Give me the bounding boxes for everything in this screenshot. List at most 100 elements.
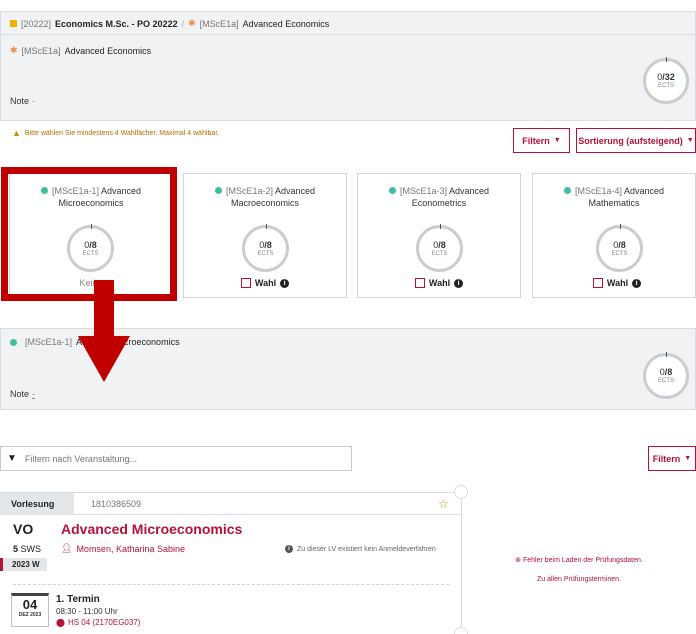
panel-notch <box>454 627 468 634</box>
module-star-icon: ✱ <box>188 18 196 28</box>
person-icon: 👤︎ <box>61 543 73 553</box>
filter-label: Filtern <box>652 453 681 464</box>
breadcrumb-code: [20222] <box>21 18 52 29</box>
module-note: Note - <box>10 96 35 106</box>
module-star-icon: ✱ <box>10 45 18 55</box>
course-filter-input[interactable]: ▼ Filtern nach Veranstaltung... <box>0 446 352 471</box>
annotation-arrow-head <box>78 336 130 382</box>
wahl-checkbox[interactable]: Wahl i <box>539 278 695 288</box>
card-title: [MScE1a-2] Advanced Macroeconomics <box>190 185 340 209</box>
module-panel: [20222] Economics M.Sc. - PO 20222 / ✱ [… <box>0 11 696 121</box>
ects-value: 0/8 <box>659 367 673 377</box>
course-type-tab: Vorlesung <box>0 493 74 515</box>
ects-unit: ECTS <box>657 83 674 89</box>
termin-title: 1. Termin <box>56 594 100 605</box>
module-code: [MScE1a] <box>21 45 61 56</box>
checkbox-icon[interactable] <box>240 278 251 288</box>
status-dot-icon <box>214 187 222 194</box>
annotation-arrow-shaft <box>94 280 114 337</box>
module-name: Advanced Economics <box>64 45 152 56</box>
error-circle-icon: ⊗ <box>515 557 522 564</box>
card-title: [MScE1a-4] Advanced Mathematics <box>539 185 689 209</box>
panel-notch <box>454 485 468 499</box>
warning-text: Bitte wählen Sie mindestens 4 Wahlfächer… <box>24 129 220 137</box>
submodule-code: [MScE1a-1] <box>25 337 73 347</box>
semester-badge: 2023 W <box>0 558 47 571</box>
date-badge: 04 DEZ 2023 <box>11 593 49 627</box>
ects-value: 0/8 <box>259 239 272 250</box>
folder-square-icon <box>10 20 17 27</box>
breadcrumb-program[interactable]: Economics M.Sc. - PO 20222 <box>55 19 178 29</box>
ects-value: 0/32 <box>657 72 675 82</box>
highlight-frame <box>1 167 177 301</box>
caret-down-icon: ▼ <box>686 137 694 144</box>
exam-error: ⊗ Fehler beim Laden der Prüfungsdaten. <box>515 557 643 564</box>
info-icon[interactable]: i <box>632 278 642 288</box>
date-day: 04 <box>22 597 38 612</box>
wahl-label: Wahl <box>254 278 277 288</box>
note-value: - <box>32 96 36 106</box>
sort-label: Sortierung (aufsteigend) <box>578 135 683 146</box>
breadcrumb: [20222] Economics M.Sc. - PO 20222 / ✱ [… <box>10 18 329 29</box>
selection-warning: ▲ Bitte wählen Sie mindestens 4 Wahlfäch… <box>12 128 219 138</box>
status-dot-icon <box>10 338 17 346</box>
info-icon[interactable]: i <box>280 278 290 288</box>
status-dot-icon <box>388 187 396 194</box>
progress-tick <box>666 57 667 62</box>
course-type: VO <box>13 521 34 537</box>
info-icon: i <box>285 545 293 553</box>
course-panel: Vorlesung 1810386509 ☆ VO Advanced Micro… <box>0 492 462 634</box>
ects-unit: ECTS <box>257 250 274 257</box>
ects-unit: ECTS <box>611 250 628 257</box>
wahl-checkbox[interactable]: Wahl i <box>358 278 520 288</box>
ects-unit: ECTS <box>657 378 674 384</box>
checkbox-icon[interactable] <box>592 278 603 288</box>
elective-card-4[interactable]: [MScE1a-4] Advanced Mathematics 0/8 ECTS… <box>532 173 696 298</box>
elective-card-2[interactable]: [MScE1a-2] Advanced Macroeconomics 0/8 E… <box>183 173 347 298</box>
ects-value: 0/8 <box>613 239 626 250</box>
ects-progress-ring: 0/8 ECTS <box>596 224 643 272</box>
progress-tick <box>439 224 441 229</box>
module-title: ✱ [MScE1a] Advanced Economics <box>10 45 151 56</box>
termin-room[interactable]: ⬤ HS 04 (2170EG037) <box>56 618 140 627</box>
course-sws: 5 SWS <box>13 544 42 554</box>
note-label: Note <box>10 96 30 106</box>
course-title[interactable]: Advanced Microeconomics <box>61 521 242 537</box>
breadcrumb-module-name: Advanced Economics <box>242 18 330 29</box>
info-icon[interactable]: i <box>454 278 464 288</box>
map-pin-icon: ⬤ <box>56 618 65 627</box>
ects-progress-ring: 0/32 ECTS <box>643 57 689 104</box>
submodule-note: Note - <box>10 389 35 399</box>
ects-value: 0/8 <box>433 239 446 250</box>
card-title: [MScE1a-3] Advanced Econometrics <box>364 185 514 209</box>
elective-card-3[interactable]: [MScE1a-3] Advanced Econometrics 0/8 ECT… <box>357 173 521 298</box>
course-number: 1810386509 <box>91 499 142 509</box>
wahl-checkbox[interactable]: Wahl i <box>184 278 346 288</box>
warning-icon: ▲ <box>12 128 21 138</box>
sort-button[interactable]: Sortierung (aufsteigend) ▼ <box>576 128 696 153</box>
breadcrumb-module-code: [MScE1a] <box>199 18 239 29</box>
filter-button[interactable]: Filtern ▼ <box>513 128 570 153</box>
divider <box>13 584 449 585</box>
filter-button-2[interactable]: Filtern ▼ <box>648 446 696 471</box>
filter-label: Filtern <box>522 135 550 146</box>
caret-down-icon: ▼ <box>684 455 692 462</box>
ects-unit: ECTS <box>431 250 448 257</box>
all-exams-link[interactable]: Zu allen Prüfungsterminen. <box>462 576 696 583</box>
favorite-star-icon[interactable]: ☆ <box>438 497 449 511</box>
caret-down-icon: ▼ <box>553 137 561 144</box>
checkbox-icon[interactable] <box>414 278 425 288</box>
status-dot-icon <box>563 187 571 194</box>
termin-time: 08:30 - 11:00 Uhr <box>56 607 118 616</box>
funnel-icon: ▼ <box>7 453 17 464</box>
breadcrumb-separator: / <box>181 18 185 29</box>
note-label: Note <box>10 389 30 399</box>
wahl-label: Wahl <box>428 278 451 288</box>
note-value: - <box>32 389 36 399</box>
course-lecturer[interactable]: 👤︎ Momsen, Katharina Sabine <box>61 543 185 554</box>
ects-progress-ring: 0/8 ECTS <box>643 352 689 399</box>
wahl-label: Wahl <box>606 278 629 288</box>
progress-tick <box>265 224 267 229</box>
registration-info: i Zu dieser LV existiert kein Anmeldeverf… <box>285 545 436 553</box>
course-header: Vorlesung 1810386509 ☆ <box>0 493 462 515</box>
